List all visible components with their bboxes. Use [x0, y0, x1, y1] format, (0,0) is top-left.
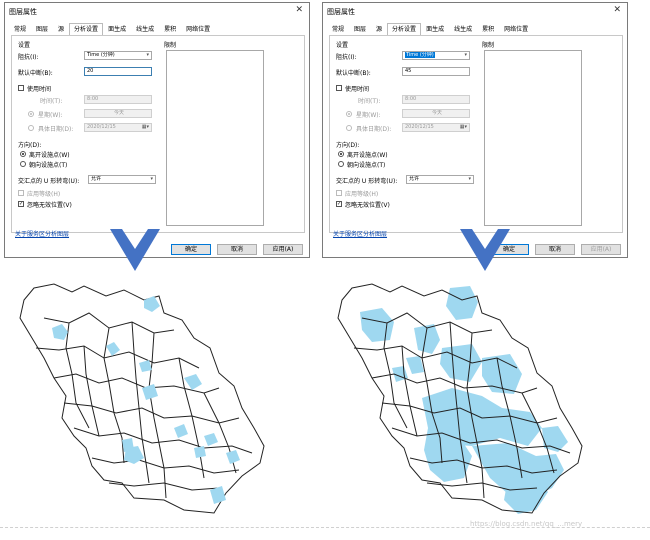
- tab-analysis-settings[interactable]: 分析设置: [69, 23, 104, 35]
- chevron-down-icon: ▾: [464, 52, 467, 58]
- specific-date-radio[interactable]: [28, 125, 34, 131]
- weekday-label: 星期(W):: [38, 112, 63, 119]
- impedance-select[interactable]: Time (分钟) ▾: [402, 51, 470, 60]
- calendar-icon: ▦▾: [459, 124, 467, 130]
- title-bar: 图层属性 ✕: [323, 3, 627, 19]
- toward-facility-label: 朝向设施点(T): [347, 162, 386, 169]
- ignore-invalid-label: 忽略无效位置(V): [27, 202, 72, 209]
- chevron-down-icon: ▾: [468, 176, 471, 182]
- use-time-label: 使用时间: [345, 86, 370, 93]
- restrictions-list[interactable]: [166, 50, 264, 226]
- service-area-help-link[interactable]: 关于服务区分析图层: [15, 229, 69, 238]
- ignore-invalid-label: 忽略无效位置(V): [345, 202, 390, 209]
- u-turn-select[interactable]: 允许 ▾: [88, 175, 156, 184]
- u-turn-label: 交汇点的 U 形转弯(U):: [336, 178, 398, 185]
- ignore-invalid-checkbox[interactable]: ✓: [336, 201, 342, 207]
- direction-label: 方向(D):: [18, 142, 42, 149]
- default-breaks-input[interactable]: 20: [84, 67, 152, 76]
- arrow-shape: [460, 229, 510, 271]
- away-from-facility-label: 离开设施点(W): [29, 152, 70, 159]
- title-bar: 图层属性 ✕: [5, 3, 309, 19]
- watermark: https://blog.csdn.net/qq_...mery: [470, 520, 583, 528]
- date-input[interactable]: 2020/12/15 ▦▾: [402, 123, 470, 132]
- apply-hierarchy-checkbox[interactable]: [18, 190, 24, 196]
- specific-date-radio[interactable]: [346, 125, 352, 131]
- chevron-down-icon: ▾: [150, 176, 153, 182]
- use-time-label: 使用时间: [27, 86, 52, 93]
- u-turn-label: 交汇点的 U 形转弯(U):: [18, 178, 80, 185]
- cancel-button[interactable]: 取消: [217, 244, 257, 255]
- service-area-help-link[interactable]: 关于服务区分析图层: [333, 229, 387, 238]
- chevron-down-icon: ▾: [146, 52, 149, 58]
- tab-analysis-settings[interactable]: 分析设置: [387, 23, 422, 35]
- toward-facility-radio[interactable]: [20, 161, 26, 167]
- toward-facility-radio[interactable]: [338, 161, 344, 167]
- default-breaks-label: 默认中断(B):: [18, 70, 53, 77]
- restrictions-list[interactable]: [484, 50, 582, 226]
- service-area-map-20min: [19, 283, 265, 514]
- weekday-radio[interactable]: [346, 111, 352, 117]
- admin-boundaries: [19, 283, 265, 514]
- weekday-select[interactable]: 今天: [84, 109, 152, 118]
- away-from-facility-label: 离开设施点(W): [347, 152, 388, 159]
- ok-button[interactable]: 确定: [171, 244, 211, 255]
- weekday-select[interactable]: 今天: [402, 109, 470, 118]
- restrictions-label: 限制: [164, 42, 177, 49]
- down-arrow-icon: [110, 229, 160, 271]
- date-input[interactable]: 2020/12/15 ▦▾: [84, 123, 152, 132]
- use-time-checkbox[interactable]: [18, 85, 24, 91]
- specific-date-label: 具体日期(D):: [38, 126, 74, 133]
- close-icon[interactable]: ✕: [613, 5, 621, 15]
- service-area-map-45min: [337, 283, 583, 514]
- tab-strip: 常规 图层 源 分析设置 面生成 线生成 累积 网络位置: [9, 23, 215, 35]
- toward-facility-label: 朝向设施点(T): [29, 162, 68, 169]
- restrictions-label: 限制: [482, 42, 495, 49]
- weekday-label: 星期(W):: [356, 112, 381, 119]
- tab-strip: 常规 图层 源 分析设置 面生成 线生成 累积 网络位置: [327, 23, 533, 35]
- u-turn-select[interactable]: 允许 ▾: [406, 175, 474, 184]
- analysis-settings-panel: 设置 阻抗(I): Time (分钟) ▾ 默认中断(B): 20 使用时间 时间…: [11, 35, 305, 233]
- direction-label: 方向(D):: [336, 142, 360, 149]
- default-breaks-input[interactable]: 45: [402, 67, 470, 76]
- apply-button[interactable]: 应用(A): [581, 244, 621, 255]
- impedance-label: 阻抗(I):: [336, 54, 357, 61]
- impedance-label: 阻抗(I):: [18, 54, 39, 61]
- settings-header: 设置: [336, 42, 349, 49]
- time-input[interactable]: 8:00: [402, 95, 470, 104]
- away-from-facility-radio[interactable]: [338, 151, 344, 157]
- specific-date-label: 具体日期(D):: [356, 126, 392, 133]
- cancel-button[interactable]: 取消: [535, 244, 575, 255]
- use-time-checkbox[interactable]: [336, 85, 342, 91]
- dialog-title: 图层属性: [327, 8, 355, 16]
- apply-button[interactable]: 应用(A): [263, 244, 303, 255]
- analysis-settings-panel: 设置 阻抗(I): Time (分钟) ▾ 默认中断(B): 45 使用时间 时间…: [329, 35, 623, 233]
- default-breaks-label: 默认中断(B):: [336, 70, 371, 77]
- layer-properties-dialog-45min: 图层属性 ✕ 常规 图层 源 分析设置 面生成 线生成 累积 网络位置 设置 阻…: [322, 2, 628, 258]
- settings-header: 设置: [18, 42, 31, 49]
- ignore-invalid-checkbox[interactable]: ✓: [18, 201, 24, 207]
- apply-hierarchy-checkbox[interactable]: [336, 190, 342, 196]
- time-label: 时间(T):: [40, 98, 63, 105]
- layer-properties-dialog-20min: 图层属性 ✕ 常规 图层 源 分析设置 面生成 线生成 累积 网络位置 设置 阻…: [4, 2, 310, 258]
- time-input[interactable]: 8:00: [84, 95, 152, 104]
- down-arrow-icon: [460, 229, 510, 271]
- apply-hierarchy-label: 应用等级(H): [27, 191, 61, 198]
- weekday-radio[interactable]: [28, 111, 34, 117]
- away-from-facility-radio[interactable]: [20, 151, 26, 157]
- impedance-select[interactable]: Time (分钟) ▾: [84, 51, 152, 60]
- coverage-areas: [360, 286, 568, 514]
- apply-hierarchy-label: 应用等级(H): [345, 191, 379, 198]
- arrow-shape: [110, 229, 160, 271]
- time-label: 时间(T):: [358, 98, 381, 105]
- close-icon[interactable]: ✕: [295, 5, 303, 15]
- dialog-title: 图层属性: [9, 8, 37, 16]
- calendar-icon: ▦▾: [141, 124, 149, 130]
